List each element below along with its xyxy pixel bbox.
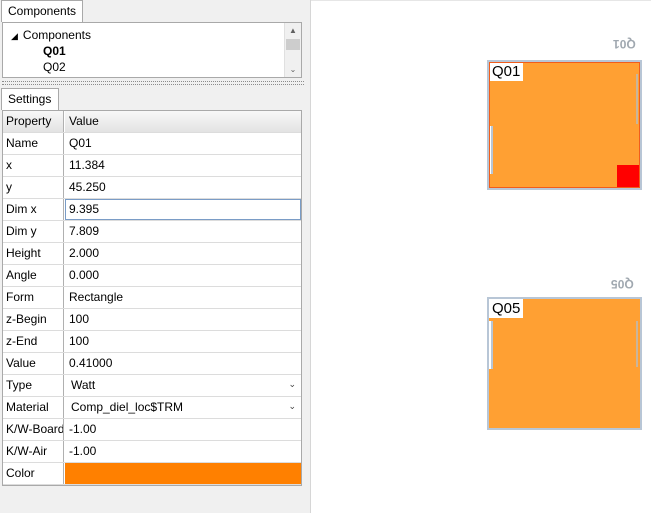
component-q05[interactable]: Q05 [487,297,642,430]
tree-node-label: Components [22,28,91,42]
dim-y-value[interactable]: 7.809 [65,221,301,242]
z-begin-value[interactable]: 100 [65,309,301,330]
grid-row-dim-y: Dim y 7.809 [3,221,301,243]
grid-row-name: Name Q01 [3,133,301,155]
component-label-q05: Q05 [489,299,524,318]
scrollbar-thumb[interactable] [286,39,300,50]
property-label: Name [3,133,64,154]
tab-components[interactable]: Components [1,0,83,22]
height-value[interactable]: 2.000 [65,243,301,264]
grid-row-x: x 11.384 [3,155,301,177]
chevron-down-icon[interactable]: ⌄ [288,379,296,390]
tree-item-q02[interactable]: Q02 [43,59,66,75]
property-label: K/W-Board [3,419,64,440]
property-label: Form [3,287,64,308]
grid-row-form: Form Rectangle [3,287,301,309]
grid-row-y: y 45.250 [3,177,301,199]
component-label-q01: Q01 [489,62,524,81]
grid-row-dim-x: Dim x 9.395 [3,199,301,221]
triangle-down-icon[interactable]: ◢ [11,31,18,41]
component-notch [636,74,640,124]
property-label: Dim x [3,199,64,220]
grid-row-z-begin: z-Begin 100 [3,309,301,331]
arrow-down-icon[interactable]: ⌄ [285,62,301,77]
tab-settings[interactable]: Settings [1,88,59,110]
property-label: K/W-Air [3,441,64,462]
grid-row-material: Material Comp_diel_loc$TRM ⌄ [3,397,301,419]
component-mirror-label-q05: Q05 [611,277,634,291]
form-value[interactable]: Rectangle [65,287,301,308]
property-label: z-Begin [3,309,64,330]
grid-row-height: Height 2.000 [3,243,301,265]
layout-canvas[interactable]: Q01 Q01 Q05 Q05 [311,0,651,513]
x-value[interactable]: 11.384 [65,155,301,176]
value-value[interactable]: 0.41000 [65,353,301,374]
property-label: Value [3,353,64,374]
material-select-value: Comp_diel_loc$TRM [71,400,184,414]
component-mirror-label-q01: Q01 [613,37,636,51]
color-swatch[interactable] [65,463,301,484]
component-notch [489,321,493,369]
grid-row-color: Color [3,463,301,485]
grid-row-angle: Angle 0.000 [3,265,301,287]
tree-item-q01[interactable]: Q01 [43,43,66,59]
property-label: Height [3,243,64,264]
grid-row-z-end: z-End 100 [3,331,301,353]
selection-marker[interactable] [617,165,640,188]
grid-row-value: Value 0.41000 [3,353,301,375]
property-label: Type [3,375,64,396]
grid-row-kw-air: K/W-Air -1.00 [3,441,301,463]
component-notch [489,126,493,174]
property-label: Color [3,463,64,484]
arrow-up-icon[interactable]: ▲ [285,23,301,38]
component-notch [636,321,640,367]
type-select-value: Watt [71,378,96,392]
panel-splitter[interactable] [0,80,306,86]
property-label: z-End [3,331,64,352]
property-label: Material [3,397,64,418]
name-value[interactable]: Q01 [65,133,301,154]
angle-value[interactable]: 0.000 [65,265,301,286]
property-label: y [3,177,64,198]
settings-grid: Property Value Name Q01 x 11.384 y 45.25… [2,110,302,486]
material-select[interactable]: Comp_diel_loc$TRM ⌄ [65,397,301,418]
kw-board-value[interactable]: -1.00 [65,419,301,440]
kw-air-value[interactable]: -1.00 [65,441,301,462]
property-label: Angle [3,265,64,286]
column-header-value: Value [65,111,301,132]
tree-scrollbar[interactable]: ▲ ⌄ [284,23,301,77]
y-value[interactable]: 45.250 [65,177,301,198]
dim-x-input[interactable]: 9.395 [65,199,301,220]
property-label: x [3,155,64,176]
type-select[interactable]: Watt ⌄ [65,375,301,396]
components-tree[interactable]: ◢ Components Q01 Q02 ▲ ⌄ [2,22,302,78]
z-end-value[interactable]: 100 [65,331,301,352]
grid-row-type: Type Watt ⌄ [3,375,301,397]
grid-header: Property Value [3,111,301,133]
left-panel: Components ◢ Components Q01 Q02 ▲ ⌄ Setti… [0,0,306,513]
grid-row-kw-board: K/W-Board -1.00 [3,419,301,441]
property-label: Dim y [3,221,64,242]
tree-node-components[interactable]: ◢ Components [11,27,91,43]
column-header-property: Property [3,111,64,132]
chevron-down-icon[interactable]: ⌄ [288,401,296,412]
component-q01[interactable]: Q01 [487,60,642,190]
